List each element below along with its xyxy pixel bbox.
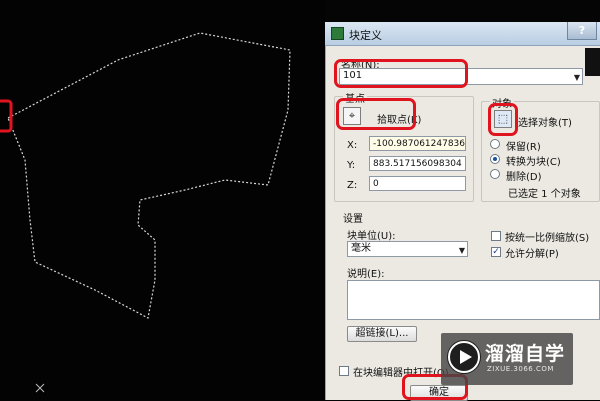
y-field[interactable]: 883.517156098304 <box>369 156 466 171</box>
red-highlight-pick-point <box>336 98 416 130</box>
z-label: Z: <box>347 180 358 191</box>
convert-to-block-radio[interactable] <box>490 154 500 164</box>
help-button[interactable]: ? <box>567 22 597 40</box>
allow-explode-checkbox[interactable]: ✓ <box>491 247 501 257</box>
description-label: 说明(E): <box>347 269 385 280</box>
watermark: 溜溜自学 ZIXUE.3066.COM <box>447 337 567 383</box>
block-icon <box>331 27 344 40</box>
chevron-down-icon[interactable]: ▼ <box>459 244 465 256</box>
delete-radio[interactable] <box>490 169 500 179</box>
allow-explode-label: 允许分解(P) <box>505 249 559 260</box>
settings-legend: 设置 <box>343 214 363 225</box>
x-field[interactable]: -100.9870612478362 <box>369 136 466 151</box>
retain-radio[interactable] <box>490 139 500 149</box>
block-unit-value: 毫米 <box>351 243 371 254</box>
convert-to-block-label: 转换为块(C) <box>506 157 561 168</box>
play-logo-icon <box>447 340 481 374</box>
hyperlink-button[interactable]: 超链接(L)... <box>347 326 417 342</box>
block-preview-icon <box>585 48 600 76</box>
red-highlight-name <box>334 59 468 88</box>
y-label: Y: <box>347 160 356 171</box>
dashed-polyline-selection <box>0 32 291 393</box>
dark-background <box>325 0 600 22</box>
block-unit-label: 块单位(U): <box>347 231 396 242</box>
x-label: X: <box>347 140 358 151</box>
open-in-editor-checkbox[interactable] <box>339 366 349 376</box>
dialog-titlebar[interactable]: 块定义 ? <box>325 22 600 46</box>
watermark-title: 溜溜自学 <box>485 343 566 365</box>
z-field[interactable]: 0 <box>369 176 466 191</box>
select-objects-button[interactable]: 选择对象(T) <box>518 114 572 129</box>
retain-label: 保留(R) <box>506 142 541 153</box>
dialog-title: 块定义 <box>349 29 382 42</box>
selected-count-text: 已选定 1 个对象 <box>508 189 581 200</box>
uniform-scale-label: 按统一比例缩放(S) <box>505 233 590 244</box>
chevron-down-icon[interactable]: ▼ <box>574 71 580 84</box>
red-highlight-select-objects <box>488 103 518 136</box>
watermark-url: ZIXUE.3066.COM <box>487 365 554 373</box>
cad-drawing-canvas[interactable] <box>0 0 325 400</box>
uniform-scale-checkbox[interactable] <box>491 231 501 241</box>
description-textarea[interactable] <box>347 280 600 320</box>
delete-label: 删除(D) <box>506 172 542 183</box>
block-unit-select[interactable]: 毫米 ▼ <box>347 241 468 257</box>
